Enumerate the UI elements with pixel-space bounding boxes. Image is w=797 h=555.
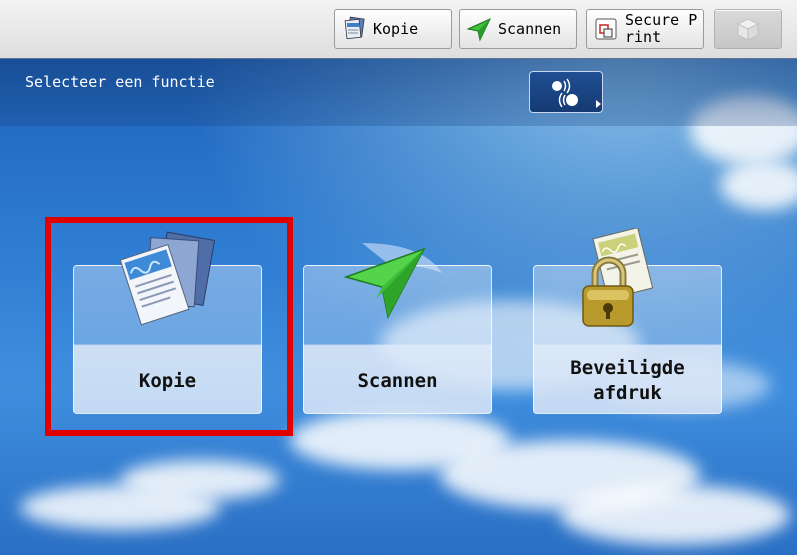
box-shortcut-button[interactable] — [714, 9, 782, 49]
voice-guidance-icon — [552, 78, 601, 108]
secure-print-icon — [595, 18, 617, 40]
padlock-document-icon — [582, 228, 654, 327]
scannen-shortcut-button[interactable]: Scannen — [459, 9, 577, 49]
secure-print-shortcut-button[interactable]: Secure P rint — [586, 9, 704, 49]
beveiligde-afdruk-function-label: Beveiligde afdruk — [570, 357, 685, 404]
box-icon — [737, 18, 759, 41]
kopie-shortcut-label: Kopie — [373, 20, 419, 38]
copy-icon — [344, 16, 365, 40]
secure-print-shortcut-label: Secure P rint — [625, 11, 698, 46]
cloud — [20, 485, 220, 530]
kopie-shortcut-button[interactable]: Kopie — [334, 9, 452, 49]
scannen-function-label: Scannen — [357, 369, 438, 392]
home-screen: Kopie Scannen Secure P rint Selecteer ee… — [0, 0, 797, 555]
voice-guidance-button[interactable] — [529, 71, 603, 113]
page-title: Selecteer een functie — [25, 73, 215, 91]
cloud — [560, 485, 790, 545]
scan-icon — [466, 17, 492, 42]
selected-function-highlight — [45, 217, 293, 436]
header-band — [0, 58, 797, 126]
paper-plane-icon — [343, 243, 442, 320]
top-bar: Kopie Scannen Secure P rint — [0, 0, 797, 59]
cloud — [720, 160, 797, 210]
scannen-shortcut-label: Scannen — [498, 20, 562, 38]
